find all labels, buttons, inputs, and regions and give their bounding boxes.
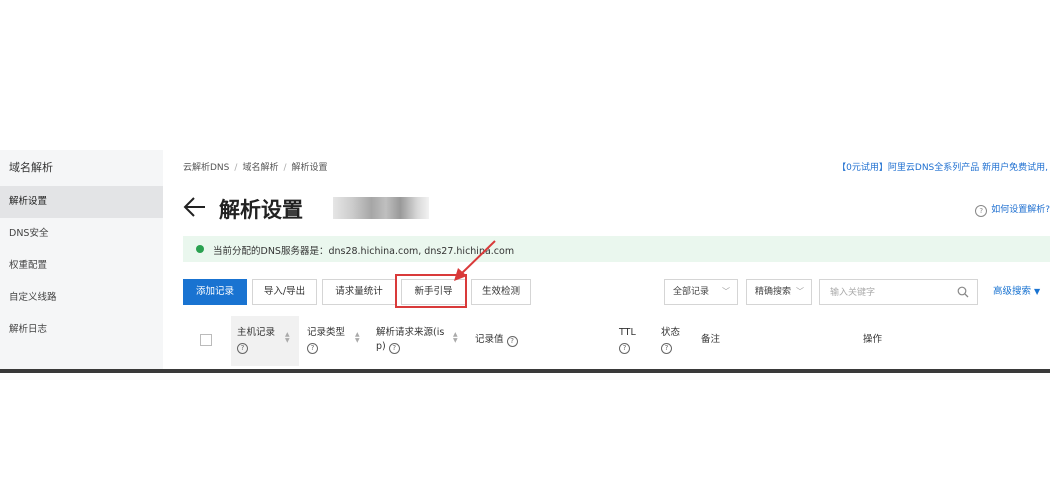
column-type-label: 记录类型 bbox=[307, 327, 346, 338]
dns-console-screenshot: 域名解析 解析设置 DNS安全 权重配置 自定义线路 解析日志 云解析DNS / 域… bbox=[0, 150, 1050, 372]
page-title: 解析设置 bbox=[219, 198, 303, 222]
main-content: 云解析DNS / 域名解析 / 解析设置 【0元试用】阿里云DNS全系列产品 新用户免费… bbox=[163, 150, 1050, 372]
column-host[interactable]: 主机记录? ▲ ▼ bbox=[231, 316, 299, 366]
column-ttl: TTL? bbox=[613, 316, 653, 366]
sidebar: 域名解析 解析设置 DNS安全 权重配置 自定义线路 解析日志 bbox=[0, 150, 163, 372]
column-value-label: 记录值 bbox=[475, 334, 504, 345]
bottom-divider bbox=[0, 369, 1050, 373]
chevron-down-icon: ﹀ bbox=[796, 287, 804, 296]
search-icon[interactable] bbox=[957, 286, 969, 298]
select-all-checkbox[interactable] bbox=[200, 334, 212, 346]
sort-icon[interactable]: ▲ ▼ bbox=[285, 332, 290, 344]
toolbar: 添加记录 导入/导出 请求量统计 新手引导 生效检测 全部记录 ﹀ 精确搜索 ﹀… bbox=[183, 279, 1050, 305]
question-circle-icon: ? bbox=[661, 343, 672, 354]
question-circle-icon: ? bbox=[237, 343, 248, 354]
search-mode-select[interactable]: 精确搜索 ﹀ bbox=[746, 279, 812, 305]
sidebar-item-weight-config[interactable]: 权重配置 bbox=[0, 250, 163, 282]
column-host-label: 主机记录 bbox=[237, 327, 276, 338]
question-circle-icon: ? bbox=[975, 205, 988, 217]
select-all-cell bbox=[183, 316, 233, 366]
breadcrumb: 云解析DNS / 域名解析 / 解析设置 bbox=[183, 163, 328, 173]
column-remark: 备注 bbox=[695, 316, 795, 366]
sidebar-item-custom-lines[interactable]: 自定义线路 bbox=[0, 282, 163, 314]
sidebar-item-resolution-settings[interactable]: 解析设置 bbox=[0, 186, 163, 218]
help-link[interactable]: ? 如何设置解析? bbox=[975, 202, 1050, 217]
column-status: 状态? bbox=[655, 316, 695, 366]
question-circle-icon: ? bbox=[388, 343, 400, 354]
sidebar-item-resolution-logs[interactable]: 解析日志 bbox=[0, 314, 163, 346]
advanced-search-toggle[interactable]: 高级搜索 ▼ bbox=[993, 279, 1040, 305]
caret-down-icon: ▼ bbox=[1034, 287, 1041, 296]
request-stats-button[interactable]: 请求量统计 bbox=[322, 279, 396, 305]
sidebar-item-dns-security[interactable]: DNS安全 bbox=[0, 218, 163, 250]
record-filter-select[interactable]: 全部记录 ﹀ bbox=[664, 279, 738, 305]
help-link-label: 如何设置解析? bbox=[991, 205, 1050, 215]
column-actions-label: 操作 bbox=[863, 334, 883, 345]
record-filter-value: 全部记录 bbox=[673, 287, 710, 297]
search-mode-value: 精确搜索 bbox=[755, 287, 792, 297]
column-request-source[interactable]: 解析请求来源(is p) ? ▲ ▼ bbox=[370, 316, 465, 366]
sort-icon[interactable]: ▲ ▼ bbox=[355, 332, 360, 344]
column-status-label: 状态 bbox=[661, 327, 681, 338]
keyword-search bbox=[819, 279, 978, 305]
notice-text: 当前分配的DNS服务器是：dns28.hichina.com, dns27.hi… bbox=[213, 246, 515, 257]
dns-server-notice: 当前分配的DNS服务器是：dns28.hichina.com, dns27.hi… bbox=[183, 236, 1050, 262]
sort-icon[interactable]: ▲ ▼ bbox=[453, 332, 458, 344]
back-arrow-icon[interactable] bbox=[183, 196, 207, 218]
redacted-domain-mask bbox=[333, 197, 429, 219]
search-input[interactable] bbox=[828, 281, 952, 305]
column-type[interactable]: 记录类型? ▲ ▼ bbox=[301, 316, 369, 366]
breadcrumb-item-current: 解析设置 bbox=[291, 163, 328, 173]
effect-check-button[interactable]: 生效检测 bbox=[471, 279, 531, 305]
guide-highlight-box bbox=[395, 274, 467, 308]
import-export-button[interactable]: 导入/导出 bbox=[252, 279, 317, 305]
sidebar-title: 域名解析 bbox=[9, 161, 53, 174]
status-dot-icon bbox=[196, 245, 204, 253]
records-table-header: 主机记录? ▲ ▼ 记录类型? ▲ ▼ 解析请求来源(is p) ? ▲ ▼ 记录值 ?… bbox=[183, 316, 1050, 366]
column-remark-label: 备注 bbox=[701, 334, 721, 345]
promo-banner-link[interactable]: 【0元试用】阿里云DNS全系列产品 新用户免费试用, bbox=[837, 160, 1048, 173]
column-actions: 操作 bbox=[857, 316, 937, 366]
breadcrumb-item-domain-resolution[interactable]: 域名解析 bbox=[242, 163, 278, 173]
question-circle-icon: ? bbox=[506, 336, 518, 347]
chevron-down-icon: ﹀ bbox=[722, 287, 730, 296]
question-circle-icon: ? bbox=[619, 343, 630, 354]
column-source-label-line2: p) bbox=[376, 341, 386, 352]
breadcrumb-item-cloud-dns[interactable]: 云解析DNS bbox=[183, 163, 229, 173]
column-ttl-label: TTL bbox=[619, 327, 636, 338]
column-source-label-line1: 解析请求来源(is bbox=[376, 327, 445, 338]
question-circle-icon: ? bbox=[307, 343, 318, 354]
add-record-button[interactable]: 添加记录 bbox=[183, 279, 247, 305]
advanced-search-label: 高级搜索 bbox=[993, 286, 1032, 297]
column-value: 记录值 ? bbox=[469, 316, 609, 366]
